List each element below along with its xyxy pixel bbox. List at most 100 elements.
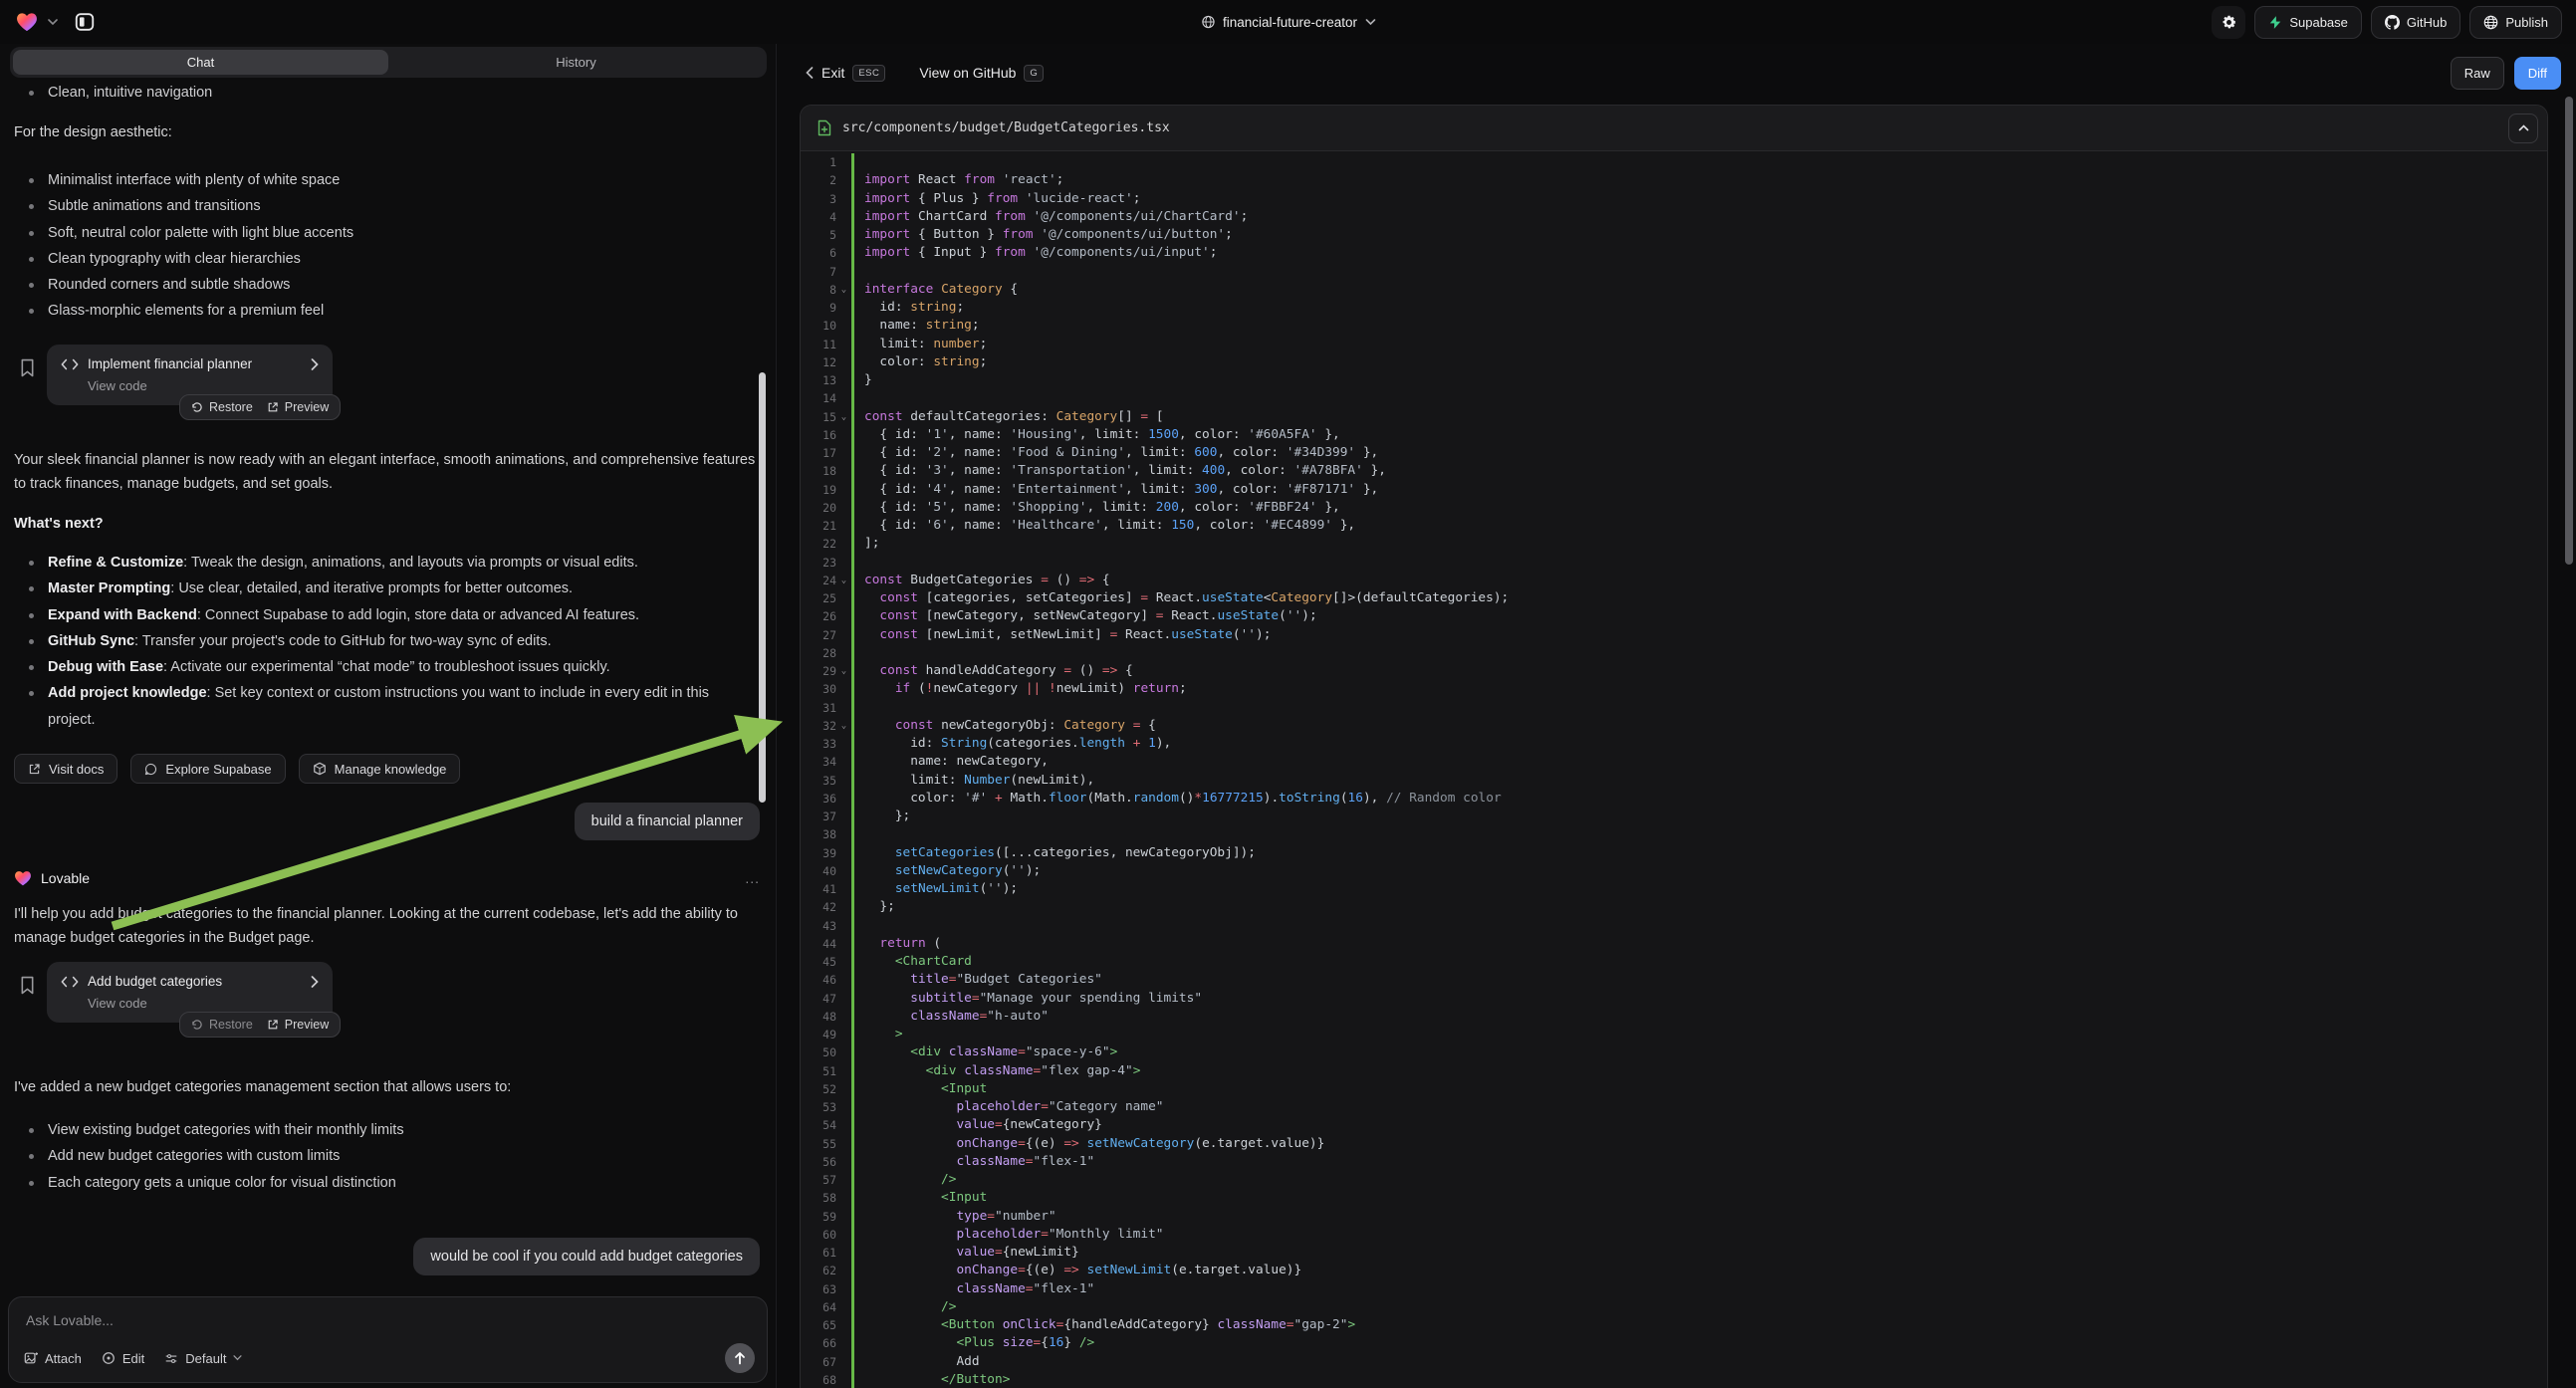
code-text	[851, 389, 2547, 407]
fold-gutter	[836, 389, 851, 407]
line-number: 61	[801, 1244, 836, 1262]
attach-button[interactable]: Attach	[24, 1351, 82, 1366]
exit-button[interactable]: Exit ESC	[806, 65, 885, 82]
code-diff-area[interactable]: 12import React from 'react';3import { Pl…	[801, 151, 2547, 1388]
line-number: 12	[801, 353, 836, 371]
code-text: <Input	[851, 1189, 2547, 1207]
chat-composer[interactable]: Ask Lovable... Attach Edit Default	[8, 1296, 768, 1383]
help-paragraph: I'll help you add budget categories to t…	[14, 902, 760, 950]
explore-supabase-button[interactable]: Explore Supabase	[130, 754, 285, 784]
line-number: 39	[801, 844, 836, 862]
restore-button[interactable]: Restore	[191, 1018, 253, 1032]
collapse-file-button[interactable]	[2508, 114, 2538, 143]
top-bar: financial-future-creator Supabase	[0, 0, 2576, 44]
code-line: 35 limit: Number(newLimit),	[801, 772, 2547, 790]
explore-supabase-label: Explore Supabase	[165, 762, 271, 777]
line-number: 9	[801, 299, 836, 317]
code-text: className="flex-1"	[851, 1153, 2547, 1171]
code-text	[851, 263, 2547, 281]
tab-history[interactable]: History	[388, 50, 764, 75]
line-number: 40	[801, 862, 836, 880]
line-number: 42	[801, 898, 836, 916]
chat-scrollbar[interactable]	[759, 372, 766, 803]
preview-button[interactable]: Preview	[267, 400, 329, 414]
fold-gutter	[836, 554, 851, 572]
list-item: Subtle animations and transitions	[14, 193, 760, 219]
step-text: : Transfer your project's code to GitHub…	[134, 633, 552, 649]
message-menu-button[interactable]: ...	[745, 870, 760, 886]
github-button[interactable]: GitHub	[2371, 6, 2460, 39]
manage-knowledge-button[interactable]: Manage knowledge	[299, 754, 461, 784]
line-number: 44	[801, 935, 836, 953]
line-number: 6	[801, 244, 836, 262]
fold-gutter	[836, 317, 851, 335]
composer-input[interactable]: Ask Lovable...	[26, 1312, 114, 1328]
code-line: 25 const [categories, setCategories] = R…	[801, 589, 2547, 607]
fold-chevron-icon[interactable]: ⌄	[836, 408, 851, 426]
view-on-github-button[interactable]: View on GitHub G	[919, 65, 1044, 82]
view-code-link[interactable]: View code	[61, 378, 319, 393]
line-number: 1	[801, 153, 836, 171]
fold-gutter	[836, 1208, 851, 1226]
edit-card-title: Implement financial planner	[88, 356, 302, 371]
settings-button[interactable]	[2212, 6, 2245, 39]
code-line: 24⌄const BudgetCategories = () => {	[801, 572, 2547, 589]
code-text: </Button>	[851, 1371, 2547, 1388]
fold-gutter	[836, 426, 851, 444]
line-number: 10	[801, 317, 836, 335]
tab-chat[interactable]: Chat	[13, 50, 388, 75]
bookmark-icon[interactable]	[20, 358, 35, 377]
line-number: 62	[801, 1262, 836, 1279]
edit-label: Edit	[122, 1351, 144, 1366]
exit-label: Exit	[821, 65, 844, 81]
diff-toggle-button[interactable]: Diff	[2514, 57, 2561, 90]
raw-toggle-button[interactable]: Raw	[2451, 57, 2504, 90]
code-text: limit: Number(newLimit),	[851, 772, 2547, 790]
line-number: 18	[801, 462, 836, 480]
publish-button[interactable]: Publish	[2469, 6, 2562, 39]
edit-card[interactable]: Implement financial planner View code Re…	[47, 345, 333, 405]
code-line: 67 Add	[801, 1353, 2547, 1371]
logo-chevron-down-icon[interactable]	[48, 19, 58, 26]
github-label: GitHub	[2407, 15, 2447, 30]
mode-selector[interactable]: Default	[164, 1351, 242, 1366]
code-text: setNewCategory('');	[851, 862, 2547, 880]
chat-history-tabs: Chat History	[10, 47, 767, 78]
line-number: 51	[801, 1062, 836, 1080]
code-line: 22];	[801, 535, 2547, 553]
fold-chevron-icon[interactable]: ⌄	[836, 717, 851, 735]
code-text	[851, 917, 2547, 935]
window-scrollbar[interactable]	[2565, 97, 2573, 565]
visit-docs-button[interactable]: Visit docs	[14, 754, 117, 784]
step-text: : Activate our experimental “chat mode” …	[163, 659, 610, 675]
fold-gutter	[836, 753, 851, 771]
fold-chevron-icon[interactable]: ⌄	[836, 662, 851, 680]
fold-chevron-icon[interactable]: ⌄	[836, 281, 851, 299]
line-number: 20	[801, 499, 836, 517]
line-number: 5	[801, 226, 836, 244]
fold-chevron-icon[interactable]: ⌄	[836, 572, 851, 589]
restore-button[interactable]: Restore	[191, 400, 253, 414]
edit-card[interactable]: Add budget categories View code Restore	[47, 962, 333, 1023]
view-code-link[interactable]: View code	[61, 996, 319, 1011]
send-button[interactable]	[725, 1343, 755, 1373]
code-line: 46 title="Budget Categories"	[801, 971, 2547, 989]
lovable-logo-icon[interactable]	[16, 12, 38, 32]
fold-gutter	[836, 1334, 851, 1352]
sidebar-toggle-button[interactable]	[68, 6, 102, 39]
github-icon	[2385, 15, 2400, 30]
supabase-button[interactable]: Supabase	[2254, 6, 2362, 39]
preview-button[interactable]: Preview	[267, 1018, 329, 1032]
fold-gutter	[836, 208, 851, 226]
code-line: 9 id: string;	[801, 299, 2547, 317]
step-label: Debug with Ease	[48, 659, 163, 675]
line-number: 26	[801, 607, 836, 625]
project-switcher[interactable]: financial-future-creator	[1201, 0, 1375, 44]
edit-card-implement-planner: Implement financial planner View code Re…	[20, 345, 760, 405]
file-header[interactable]: src/components/budget/BudgetCategories.t…	[801, 106, 2547, 151]
code-text: value={newCategory}	[851, 1116, 2547, 1134]
fold-gutter	[836, 790, 851, 808]
edit-mode-button[interactable]: Edit	[102, 1351, 144, 1366]
fold-gutter	[836, 1116, 851, 1134]
bookmark-icon[interactable]	[20, 976, 35, 995]
